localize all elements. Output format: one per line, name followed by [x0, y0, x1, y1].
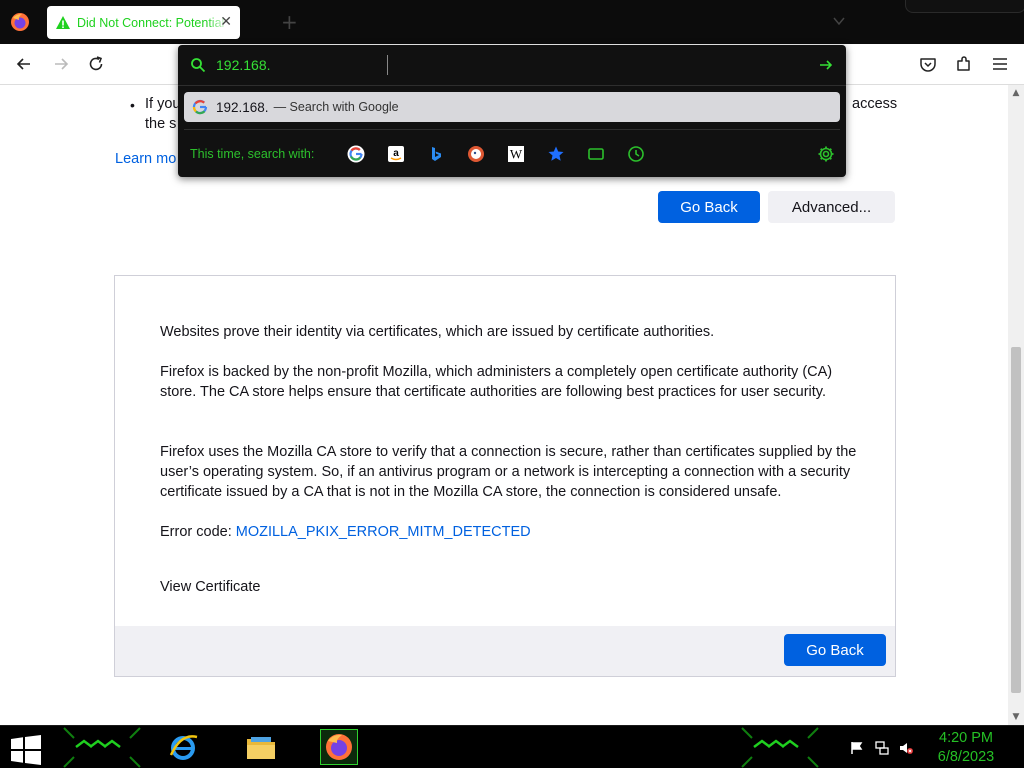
google-icon — [192, 99, 208, 115]
bookmarks-icon[interactable] — [547, 145, 565, 163]
action-center-flag-icon[interactable] — [850, 741, 864, 755]
file-explorer-app[interactable] — [242, 729, 280, 765]
panel-paragraph-1: Websites prove their identity via certif… — [160, 324, 715, 340]
text-cursor — [387, 55, 388, 75]
clock-date[interactable]: 6/8/2023 — [932, 749, 1000, 765]
tab-close-icon[interactable]: ✕ — [220, 14, 232, 30]
search-suggestion-row[interactable]: 192.168. — Search with Google — [184, 92, 840, 122]
back-arrow-icon[interactable] — [14, 54, 34, 74]
internet-explorer-icon — [169, 735, 198, 760]
suggestion-action: — Search with Google — [273, 100, 399, 114]
page-content: • If you access the s Learn mo Go Back A… — [0, 85, 1008, 725]
warning-icon — [56, 15, 70, 29]
advanced-panel: Websites prove their identity via certif… — [114, 275, 896, 677]
taskbar: 4:20 PM 6/8/2023 — [0, 725, 1024, 768]
view-certificate-link[interactable]: View Certificate — [160, 577, 260, 597]
hamburger-menu-icon[interactable] — [990, 54, 1010, 74]
panel-paragraph-2: Firefox is backed by the non-profit Mozi… — [160, 364, 833, 400]
error-code-label: Error code: — [160, 524, 236, 540]
amazon-icon[interactable]: a — [387, 145, 405, 163]
new-tab-button[interactable]: + — [281, 12, 298, 32]
panel-go-back-button[interactable]: Go Back — [784, 634, 886, 666]
address-input[interactable] — [216, 54, 796, 76]
bullet-text-line2: the s — [145, 116, 177, 132]
tab-active[interactable]: Did Not Connect: Potential Security Issu… — [47, 6, 240, 39]
forward-arrow-icon[interactable] — [51, 54, 71, 74]
panel-paragraph-3: Firefox uses the Mozilla CA store to ver… — [160, 444, 857, 500]
duckduckgo-icon[interactable] — [467, 145, 485, 163]
advanced-button[interactable]: Advanced... — [768, 191, 895, 223]
panel-footer: Go Back — [115, 626, 895, 676]
vertical-scrollbar[interactable]: ▲ ▼ — [1008, 85, 1024, 725]
folder-icon — [247, 737, 275, 759]
volume-muted-icon[interactable] — [899, 741, 913, 755]
chevron-down-icon[interactable] — [832, 14, 846, 28]
history-icon[interactable] — [627, 145, 645, 163]
firefox-icon[interactable] — [10, 12, 30, 32]
learn-more-link[interactable]: Learn mo — [115, 151, 176, 167]
search-icon — [191, 58, 206, 73]
scroll-up-icon[interactable]: ▲ — [1011, 88, 1021, 98]
svg-text:W: W — [510, 147, 523, 162]
clock-time[interactable]: 4:20 PM — [932, 730, 1000, 746]
tab-title: Did Not Connect: Potential Security Issu… — [77, 15, 229, 30]
one-off-search-row: This time, search with: a W — [178, 135, 846, 173]
bullet-dot: • — [130, 97, 135, 113]
address-bar-dropdown: 192.168. — Search with Google This time,… — [178, 45, 846, 177]
google-icon[interactable] — [347, 145, 365, 163]
divider — [184, 129, 840, 130]
error-code-link[interactable]: MOZILLA_PKIX_ERROR_MITM_DETECTED — [236, 524, 531, 540]
internet-explorer-app[interactable] — [164, 729, 202, 765]
gear-icon[interactable] — [817, 145, 835, 163]
scroll-thumb[interactable] — [1011, 347, 1021, 693]
divider — [178, 85, 846, 86]
reload-icon[interactable] — [86, 54, 106, 74]
one-off-label: This time, search with: — [190, 147, 315, 161]
wikipedia-icon[interactable]: W — [507, 145, 525, 163]
tabs-icon[interactable] — [587, 145, 605, 163]
bullet-text-end: access — [852, 96, 898, 112]
suggestion-query: 192.168. — [216, 99, 269, 115]
go-arrow-icon[interactable] — [818, 57, 834, 73]
firefox-app[interactable] — [320, 729, 358, 765]
bullet-text-start: If you — [145, 96, 181, 112]
decorative-chevrons-right — [741, 727, 819, 768]
go-back-button[interactable]: Go Back — [658, 191, 760, 223]
svg-text:a: a — [393, 148, 399, 159]
firefox-icon — [326, 734, 352, 760]
decorative-chevrons-left — [63, 727, 141, 768]
network-icon[interactable] — [875, 741, 889, 755]
bing-icon[interactable] — [427, 145, 445, 163]
error-code-line: Error code: MOZILLA_PKIX_ERROR_MITM_DETE… — [160, 522, 860, 542]
extensions-icon[interactable] — [954, 54, 974, 74]
tab-strip: Did Not Connect: Potential Security Issu… — [0, 0, 1024, 44]
scroll-down-icon[interactable]: ▼ — [1011, 712, 1021, 722]
pocket-icon[interactable] — [918, 54, 938, 74]
windows-start-icon[interactable] — [10, 735, 42, 765]
address-bar[interactable] — [178, 45, 846, 85]
